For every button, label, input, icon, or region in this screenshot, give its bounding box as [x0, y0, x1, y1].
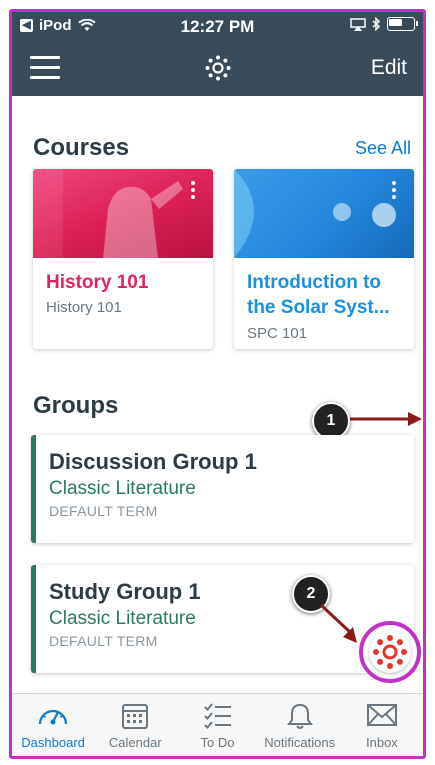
group-course: Classic Literature	[49, 608, 196, 629]
tab-calendar[interactable]: Calendar	[94, 694, 176, 756]
battery-icon	[387, 17, 418, 31]
tab-label: Notifications	[264, 735, 336, 750]
nav-bar: Edit	[12, 40, 423, 96]
callout-arrow	[350, 412, 422, 426]
group-color-bar	[31, 565, 36, 673]
course-banner-image	[234, 169, 414, 258]
bell-icon	[286, 703, 313, 729]
course-options-icon[interactable]	[392, 181, 398, 202]
group-name: Discussion Group 1	[49, 449, 257, 474]
group-course: Classic Literature	[49, 478, 196, 499]
canvas-logo-icon	[373, 635, 407, 669]
tab-todo[interactable]: To Do	[176, 694, 258, 756]
groups-heading: Groups	[33, 392, 119, 419]
group-name: Study Group 1	[49, 579, 201, 604]
group-term: DEFAULT TERM	[49, 503, 158, 519]
see-all-link[interactable]: See All	[355, 138, 411, 159]
course-card[interactable]: Introduction to the Solar Syst... SPC 10…	[234, 169, 414, 349]
calendar-icon	[122, 704, 149, 729]
canvas-fab-button[interactable]	[369, 631, 411, 673]
tab-label: To Do	[200, 735, 235, 750]
course-name: History 101	[46, 272, 149, 293]
bluetooth-icon	[372, 17, 381, 31]
envelope-icon	[366, 704, 397, 726]
course-card[interactable]: History 101 History 101	[33, 169, 213, 349]
tab-inbox[interactable]: Inbox	[341, 694, 423, 756]
course-code: SPC 101	[247, 325, 308, 342]
menu-icon[interactable]	[30, 56, 60, 79]
canvas-logo-icon	[205, 55, 230, 81]
course-options-icon[interactable]	[191, 181, 197, 202]
group-term: DEFAULT TERM	[49, 633, 158, 649]
dashboard-content: Courses See All History 101 History 101	[12, 96, 423, 699]
edit-button[interactable]: Edit	[371, 56, 407, 80]
group-card[interactable]: Discussion Group 1 Classic Literature DE…	[31, 435, 414, 543]
todo-icon	[203, 703, 231, 729]
course-banner-image	[33, 169, 213, 258]
course-name: Introduction to the Solar Syst...	[247, 272, 390, 318]
tab-label: Calendar	[108, 735, 162, 750]
tab-dashboard[interactable]: Dashboard	[12, 694, 94, 756]
tab-label: Dashboard	[21, 735, 85, 750]
tab-notifications[interactable]: Notifications	[259, 694, 341, 756]
canvas-fab-highlight	[359, 621, 421, 683]
tab-bar: Dashboard Calendar To Do Notifications I…	[12, 693, 423, 756]
phone-frame: ◀ iPod 12:27 PM Edit Courses See All His…	[9, 9, 426, 759]
group-color-bar	[31, 435, 36, 543]
status-bar: ◀ iPod 12:27 PM	[12, 12, 423, 40]
courses-heading: Courses	[33, 134, 130, 161]
course-code: History 101	[46, 299, 122, 316]
dashboard-icon	[38, 709, 68, 725]
screen-mirror-icon	[350, 17, 366, 31]
tab-label: Inbox	[366, 735, 398, 750]
